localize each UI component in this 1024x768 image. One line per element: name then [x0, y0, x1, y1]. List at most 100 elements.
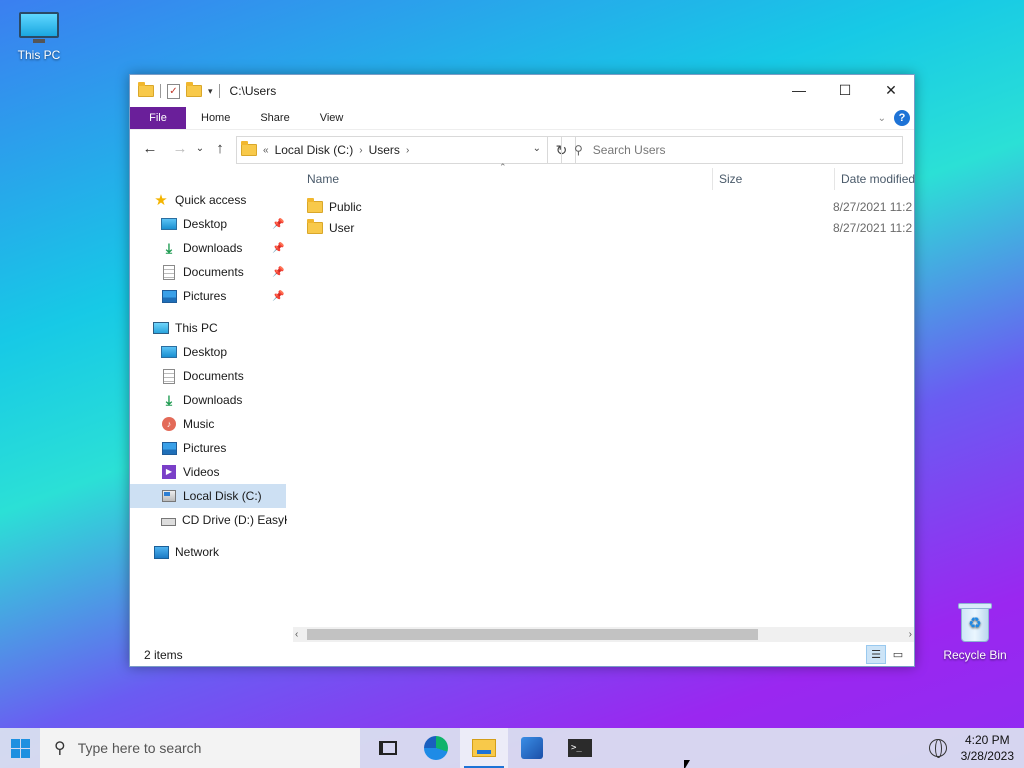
- up-button[interactable]: ↑: [208, 140, 232, 157]
- horizontal-scrollbar[interactable]: ‹ ›: [293, 627, 914, 642]
- nav-label: Downloads: [183, 241, 243, 255]
- nav-label: Videos: [183, 465, 220, 479]
- back-button[interactable]: ←: [138, 140, 162, 157]
- nav-pc-cd-drive[interactable]: CD Drive (D:) EasyKl: [130, 508, 287, 532]
- new-folder-icon[interactable]: [186, 82, 202, 97]
- file-list: ⌃ Name Size Date modified Public 8/27/20…: [293, 162, 915, 644]
- pictures-icon: [161, 441, 177, 455]
- column-header-name[interactable]: Name: [307, 172, 339, 186]
- customize-toolbar-icon[interactable]: ▾: [208, 86, 213, 97]
- search-box[interactable]: ⚲ Search Users: [561, 136, 903, 164]
- scroll-left-icon[interactable]: ‹: [295, 627, 298, 642]
- nav-quick-documents[interactable]: Documents 📌: [130, 260, 287, 284]
- scroll-right-icon[interactable]: ›: [909, 627, 912, 642]
- nav-network[interactable]: Network: [130, 540, 287, 564]
- pin-icon[interactable]: 📌: [272, 291, 284, 302]
- nav-label: Downloads: [183, 393, 243, 407]
- large-icons-view-button[interactable]: ▭: [888, 645, 908, 664]
- address-bar[interactable]: « Local Disk (C:) › Users › ⌄: [236, 136, 548, 164]
- nav-quick-pictures[interactable]: Pictures 📌: [130, 284, 287, 308]
- pin-icon[interactable]: 📌: [272, 219, 284, 230]
- nav-pc-local-disk[interactable]: Local Disk (C:): [130, 484, 286, 508]
- scrollbar-thumb[interactable]: [307, 629, 758, 640]
- maximize-button[interactable]: ☐: [822, 75, 868, 105]
- column-header-date[interactable]: Date modified: [841, 172, 915, 186]
- nav-pc-videos[interactable]: ▶ Videos: [130, 460, 287, 484]
- status-bar: 2 items ☰ ▭: [130, 644, 914, 666]
- clock[interactable]: 4:20 PM 3/28/2023: [961, 732, 1024, 764]
- taskbar-search-input[interactable]: Type here to search: [78, 740, 202, 756]
- taskbar: ⚲ Type here to search >_ 4:20 PM 3/28/20…: [0, 728, 1024, 768]
- terminal-button[interactable]: >_: [556, 728, 604, 768]
- nav-quick-desktop[interactable]: Desktop 📌: [130, 212, 287, 236]
- task-view-button[interactable]: [364, 728, 412, 768]
- nav-label: Desktop: [183, 345, 228, 359]
- cd-drive-icon: [161, 518, 176, 526]
- properties-icon[interactable]: ✓: [167, 83, 180, 99]
- expand-ribbon-icon[interactable]: ⌄: [878, 113, 886, 124]
- nav-label: CD Drive (D:) EasyKl: [182, 513, 287, 527]
- tab-view[interactable]: View: [305, 107, 359, 129]
- nav-quick-access[interactable]: ★ Quick access: [130, 188, 287, 212]
- table-row[interactable]: Public 8/27/2021 11:23 AM: [293, 196, 914, 217]
- forward-button[interactable]: →: [168, 140, 192, 157]
- taskbar-search[interactable]: ⚲ Type here to search: [40, 728, 360, 768]
- address-overflow[interactable]: «: [263, 145, 269, 156]
- nav-label: This PC: [175, 321, 218, 335]
- start-button[interactable]: [0, 728, 40, 768]
- desktop-icon-recycle-bin[interactable]: ♻ Recycle Bin: [937, 602, 1013, 662]
- search-icon: ⚲: [54, 740, 66, 757]
- recent-locations-chevron-icon[interactable]: ⌄: [192, 143, 208, 154]
- edge-button[interactable]: [412, 728, 460, 768]
- desktop-icon: [161, 218, 177, 230]
- system-tray: 4:20 PM 3/28/2023: [928, 728, 1024, 768]
- computer-icon: [17, 10, 61, 44]
- nav-pc-documents[interactable]: Documents: [130, 364, 287, 388]
- network-globe-icon[interactable]: [928, 739, 947, 758]
- desktop-icon-this-pc[interactable]: This PC: [1, 10, 77, 62]
- minimize-button[interactable]: —: [776, 75, 822, 105]
- close-button[interactable]: ✕: [868, 75, 914, 105]
- nav-pc-downloads[interactable]: ⤓ Downloads: [130, 388, 287, 412]
- item-count: 2 items: [144, 648, 183, 662]
- file-explorer-icon: [472, 739, 496, 757]
- nav-pc-pictures[interactable]: Pictures: [130, 436, 287, 460]
- sort-ascending-icon: ⌃: [499, 162, 507, 172]
- nav-pc-desktop[interactable]: Desktop: [130, 340, 287, 364]
- desktop-icon-label: This PC: [17, 48, 61, 62]
- chevron-right-icon[interactable]: ›: [406, 145, 409, 156]
- network-icon: [153, 545, 169, 559]
- nav-label: Documents: [183, 369, 244, 383]
- window-title: C:\Users: [229, 84, 277, 98]
- nav-pc-music[interactable]: ♪ Music: [130, 412, 287, 436]
- media-player-icon: [521, 737, 543, 759]
- tab-file[interactable]: File: [130, 107, 186, 129]
- nav-label: Desktop: [183, 217, 228, 231]
- title-bar[interactable]: ✓ ▾ C:\Users — ☐ ✕: [130, 75, 914, 107]
- windows-logo-icon: [10, 738, 30, 758]
- details-view-button[interactable]: ☰: [866, 645, 886, 664]
- search-input[interactable]: Search Users: [593, 143, 666, 157]
- nav-this-pc[interactable]: This PC: [130, 316, 287, 340]
- help-icon[interactable]: ?: [894, 110, 910, 126]
- address-dropdown-icon[interactable]: ⌄: [533, 143, 541, 154]
- star-icon: ★: [154, 191, 168, 209]
- pin-icon[interactable]: 📌: [272, 267, 284, 278]
- music-icon: ♪: [162, 417, 176, 431]
- column-header-size[interactable]: Size: [719, 172, 742, 186]
- table-row[interactable]: User 8/27/2021 11:23 AM: [293, 217, 914, 238]
- pin-icon[interactable]: 📌: [272, 243, 284, 254]
- document-icon: [163, 368, 175, 384]
- breadcrumb-local-disk[interactable]: Local Disk (C:): [275, 143, 354, 157]
- chevron-right-icon[interactable]: ›: [359, 145, 362, 156]
- tab-share[interactable]: Share: [245, 107, 304, 129]
- download-icon: ⤓: [165, 240, 173, 256]
- download-icon: ⤓: [165, 392, 173, 408]
- tab-home[interactable]: Home: [186, 107, 245, 129]
- nav-quick-downloads[interactable]: ⤓ Downloads 📌: [130, 236, 287, 260]
- media-player-button[interactable]: [508, 728, 556, 768]
- file-explorer-taskbar-button[interactable]: [460, 728, 508, 768]
- file-date: 8/27/2021 11:23 AM: [833, 220, 912, 235]
- clock-date: 3/28/2023: [960, 749, 1014, 763]
- breadcrumb-users[interactable]: Users: [369, 143, 400, 157]
